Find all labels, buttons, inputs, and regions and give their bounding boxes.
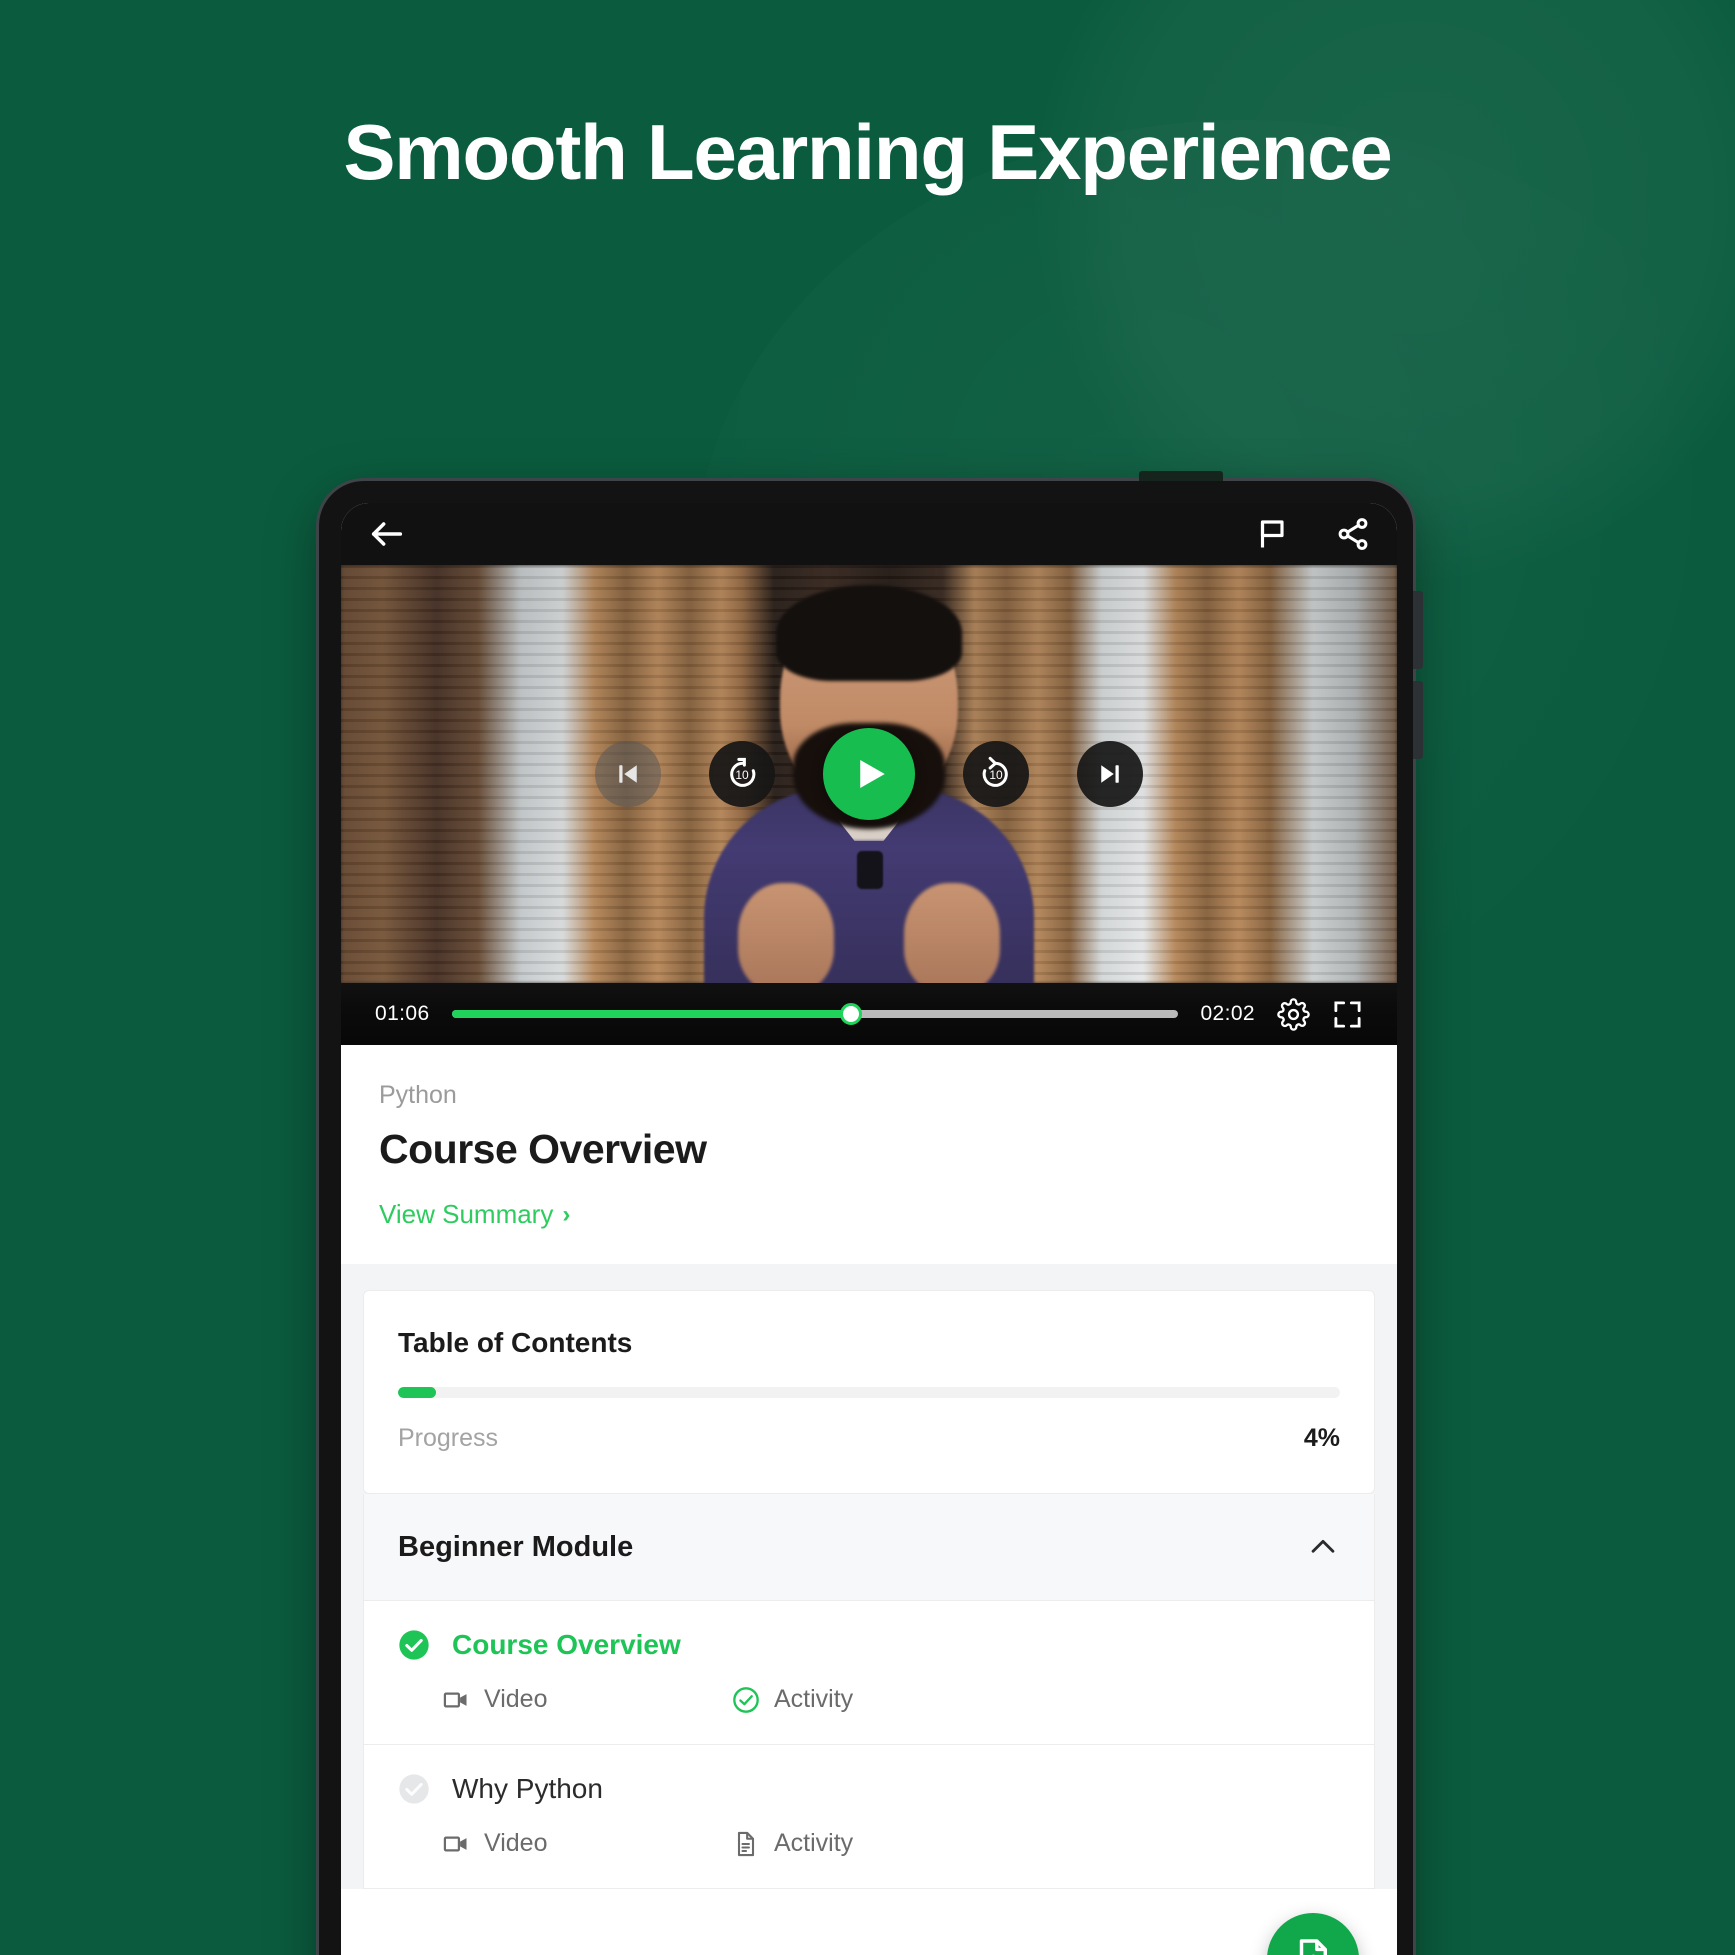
seek-bar[interactable]	[451, 1003, 1179, 1025]
module-title: Beginner Module	[398, 1530, 634, 1563]
course-progress-bar-fill	[398, 1387, 436, 1398]
video-center-controls: 10 10	[341, 503, 1397, 1045]
video-camera-icon	[442, 1686, 470, 1714]
back-arrow-icon[interactable]	[367, 514, 407, 554]
module-header[interactable]: Beginner Module	[363, 1494, 1375, 1601]
lesson-row[interactable]: Course Overview Video Activity	[363, 1601, 1375, 1745]
course-header: Python Course Overview View Summary ›	[341, 1045, 1397, 1264]
lesson-title: Why Python	[452, 1773, 603, 1804]
current-time-label: 01:06	[375, 1002, 430, 1025]
video-camera-icon	[442, 1830, 470, 1858]
share-icon[interactable]	[1335, 516, 1371, 552]
skip-next-button[interactable]	[1077, 741, 1143, 807]
fullscreen-icon[interactable]	[1332, 999, 1363, 1030]
progress-row: Progress 4%	[398, 1424, 1340, 1453]
check-circle-filled-icon	[398, 1629, 430, 1661]
forward-10-button[interactable]: 10	[963, 741, 1029, 807]
view-summary-link[interactable]: View Summary ›	[379, 1199, 570, 1230]
progress-value: 4%	[1303, 1424, 1340, 1452]
course-content-area: Table of Contents Progress 4% Beginner M…	[341, 1264, 1397, 1889]
lesson-activity-label: Activity	[774, 1685, 854, 1713]
course-progress-bar	[398, 1387, 1340, 1398]
power-button[interactable]	[1139, 471, 1223, 481]
check-circle-gray-icon	[398, 1773, 430, 1805]
chevron-up-icon[interactable]	[1306, 1530, 1340, 1564]
rewind-10-button[interactable]: 10	[709, 741, 775, 807]
video-player[interactable]: 10 10 01:06 02:02	[341, 503, 1397, 1045]
seek-bar-handle[interactable]	[840, 1003, 863, 1025]
lesson-activity-link[interactable]: Activity	[732, 1829, 853, 1858]
page-title: Course Overview	[379, 1126, 707, 1172]
table-of-contents-card: Table of Contents Progress 4%	[363, 1290, 1375, 1494]
tablet-device-frame: 10 10 01:06 02:02 Python Course Overview…	[316, 471, 1423, 1955]
lesson-video-link[interactable]: Video	[442, 1685, 732, 1714]
check-circle-outline-icon	[732, 1686, 760, 1714]
lesson-meta-row: Video Activity	[398, 1685, 1340, 1714]
total-time-label: 02:02	[1200, 1002, 1255, 1025]
add-note-button[interactable]	[1267, 1913, 1359, 1955]
lesson-video-label: Video	[484, 1685, 548, 1713]
seek-bar-fill	[451, 1010, 852, 1018]
lesson-video-link[interactable]: Video	[442, 1829, 732, 1858]
chevron-right-icon: ›	[562, 1200, 571, 1228]
play-button[interactable]	[823, 728, 915, 820]
page-headline: Smooth Learning Experience	[343, 108, 1392, 196]
lesson-video-label: Video	[484, 1829, 548, 1857]
document-icon	[732, 1830, 760, 1858]
lesson-row[interactable]: Why Python Video Activity	[363, 1745, 1375, 1889]
gear-icon[interactable]	[1277, 997, 1310, 1031]
lesson-meta-row: Video Activity	[398, 1829, 1340, 1858]
progress-label: Progress	[398, 1424, 499, 1452]
video-top-bar	[341, 503, 1397, 565]
volume-down-button[interactable]	[1413, 681, 1423, 759]
view-summary-label: View Summary	[379, 1199, 554, 1229]
document-add-icon	[1290, 1936, 1336, 1955]
video-bottom-bar: 01:06 02:02	[341, 983, 1397, 1045]
lesson-activity-label: Activity	[774, 1829, 854, 1857]
svg-text:10: 10	[989, 768, 1003, 782]
svg-text:10: 10	[735, 768, 749, 782]
flag-icon[interactable]	[1255, 516, 1291, 552]
table-of-contents-title: Table of Contents	[398, 1327, 633, 1358]
skip-previous-button[interactable]	[595, 741, 661, 807]
lesson-title: Course Overview	[452, 1629, 681, 1660]
volume-up-button[interactable]	[1413, 591, 1423, 669]
breadcrumb: Python	[379, 1081, 457, 1109]
lesson-title-row: Why Python	[398, 1773, 1340, 1805]
lesson-activity-link[interactable]: Activity	[732, 1685, 853, 1714]
tablet-screen: 10 10 01:06 02:02 Python Course Overview…	[341, 503, 1397, 1955]
lesson-title-row: Course Overview	[398, 1629, 1340, 1661]
